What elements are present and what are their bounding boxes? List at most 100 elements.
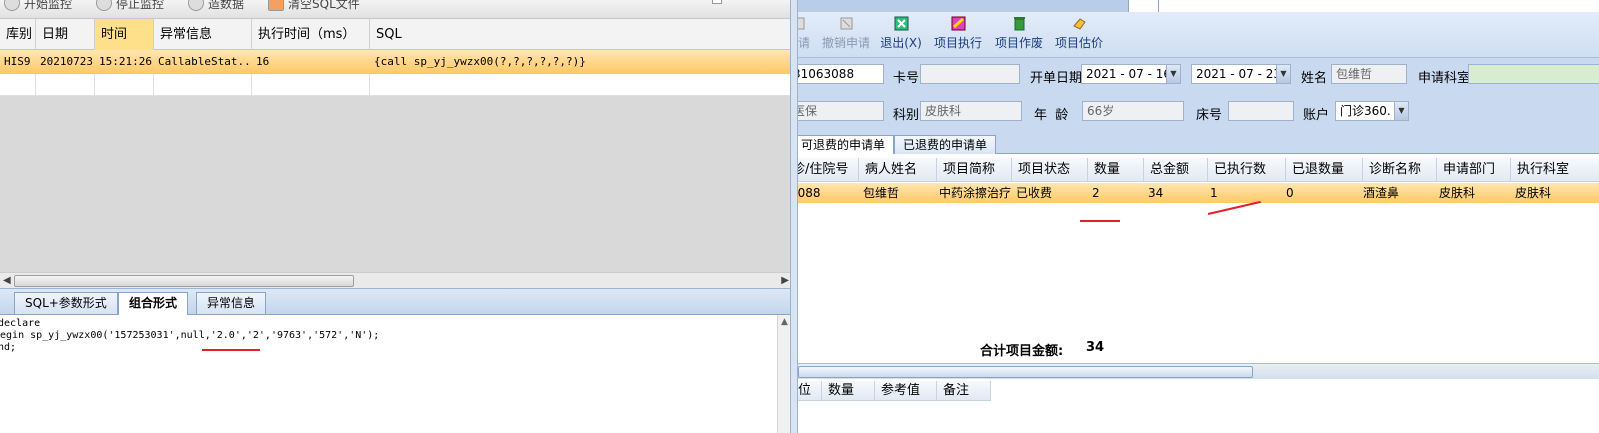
col-diagnosis[interactable]: 诊断名称 <box>1363 158 1437 182</box>
dept-field[interactable] <box>1468 64 1599 84</box>
col-reference[interactable]: 参考值 <box>875 381 937 401</box>
scroll-thumb[interactable] <box>798 366 1253 378</box>
tab-refunded[interactable]: 已退费的申请单 <box>894 135 997 154</box>
chevron-down-icon[interactable]: ▼ <box>1394 102 1408 120</box>
detail-grid: 位 数量 参考值 备注 <box>798 379 1599 433</box>
monitor-toolbar: 开始监控 停止监控 造数据 清空SQL文件 <box>0 0 795 18</box>
clear-icon <box>268 0 284 11</box>
main-toolbar: 申请 撤销申请 退出(X) 项目执行 项目作废 项目估价 <box>798 12 1599 58</box>
horizontal-scrollbar[interactable]: ◀ ▶ <box>0 272 793 288</box>
void-button[interactable]: 项目作废 <box>989 16 1049 51</box>
sql-text-area[interactable]: declare begin sp_yj_ywzx00('157253031',n… <box>0 315 795 433</box>
section-field[interactable]: 皮肤科 <box>920 101 1022 121</box>
cell-date: 20210723 <box>40 55 93 68</box>
cell-sql: {call sp_yj_ywzx00(?,?,?,?,?,?)} <box>374 55 586 68</box>
date-to-field[interactable]: 2021 - 07 - 23 ▼ <box>1191 64 1291 84</box>
table-row[interactable]: HIS9 20210723 15:21:26 CallableStat... 1… <box>0 50 793 74</box>
table-row[interactable]: 3088 包维哲 中药涂擦治疗 已收费 2 34 1 0 酒渣鼻 皮肤科 皮肤科 <box>798 183 1599 203</box>
grid-empty-area <box>0 96 793 272</box>
stop-monitor-button[interactable]: 停止监控 <box>96 0 164 12</box>
undo-request-button[interactable]: 撤销申请 <box>816 16 876 51</box>
chevron-down-icon[interactable]: ▼ <box>1276 65 1290 83</box>
col-unit[interactable]: 位 <box>798 381 822 401</box>
empty-cell <box>154 74 252 96</box>
col-patient-name[interactable]: 病人姓名 <box>859 158 937 182</box>
col-total[interactable]: 总金额 <box>1144 158 1208 182</box>
undo-request-icon <box>840 17 852 30</box>
section-label: 科别 <box>893 108 920 123</box>
cell-patient-no: 3088 <box>798 186 821 200</box>
empty-cell <box>252 74 370 96</box>
chevron-down-icon[interactable]: ▼ <box>1166 65 1180 83</box>
col-exec-time[interactable]: 执行时间（ms） <box>252 19 370 50</box>
col-quantity[interactable]: 数量 <box>822 381 875 401</box>
name-field[interactable]: 包维哲 <box>1331 64 1407 84</box>
tab-exception[interactable]: 异常信息 <box>196 292 267 314</box>
cell-diagnosis: 酒渣鼻 <box>1363 186 1400 200</box>
col-patient-no[interactable]: 诊/住院号 <box>798 158 859 182</box>
empty-row <box>0 74 793 96</box>
col-remark[interactable]: 备注 <box>937 381 991 401</box>
execute-button[interactable]: 项目执行 <box>928 16 988 51</box>
cell-executed: 1 <box>1210 186 1218 200</box>
make-data-button[interactable]: 造数据 <box>188 0 244 12</box>
card-field[interactable] <box>920 64 1020 84</box>
scroll-right-icon[interactable]: ▶ <box>781 275 789 286</box>
window-restore-icon[interactable] <box>712 0 722 4</box>
col-executed[interactable]: 已执行数 <box>1208 158 1286 182</box>
refund-grid: 诊/住院号 病人姓名 项目简称 项目状态 数量 总金额 已执行数 已退数量 诊断… <box>798 154 1599 379</box>
col-date[interactable]: 日期 <box>36 19 95 50</box>
scroll-left-icon[interactable]: ◀ <box>3 275 11 286</box>
cell-time: 15:21:26 <box>99 55 152 68</box>
start-monitor-button[interactable]: 开始监控 <box>4 0 72 12</box>
cell-exec-dept: 皮肤科 <box>1515 186 1552 200</box>
date-from-value: 2021 - 07 - 16 <box>1086 67 1171 81</box>
insurance-field[interactable]: 医保 <box>798 101 884 121</box>
col-library[interactable]: 库别 <box>0 19 36 50</box>
horizontal-scrollbar[interactable] <box>798 363 1599 379</box>
col-sql[interactable]: SQL <box>370 19 793 50</box>
refund-tabs: 可退费的申请单 已退费的申请单 <box>798 134 1599 154</box>
patient-id-field[interactable]: 31063088 <box>798 64 884 84</box>
col-exception[interactable]: 异常信息 <box>154 19 252 50</box>
request-icon <box>798 17 804 30</box>
scroll-up-icon[interactable]: ▲ <box>781 317 788 327</box>
start-icon <box>4 0 20 11</box>
cell-item-name: 中药涂擦治疗 <box>939 186 1012 200</box>
eraser-icon <box>1072 18 1086 30</box>
refund-app-pane: 申请 撤销申请 退出(X) 项目执行 项目作废 项目估价 31063088 卡号… <box>798 0 1599 433</box>
total-value: 34 <box>1086 340 1105 355</box>
tab-refundable[interactable]: 可退费的申请单 <box>798 135 895 154</box>
col-time[interactable]: 时间 <box>95 19 154 50</box>
date-from-field[interactable]: 2021 - 07 - 16 ▼ <box>1081 64 1181 84</box>
dept-label: 申请科室 <box>1418 71 1471 86</box>
tab-sql-params[interactable]: SQL+参数形式 <box>14 292 118 314</box>
stop-icon <box>96 0 112 11</box>
red-underline-annotation <box>202 349 260 351</box>
sql-line: end; <box>0 342 17 353</box>
col-exec-dept[interactable]: 执行科室 <box>1511 158 1599 182</box>
estimate-button[interactable]: 项目估价 <box>1049 16 1109 51</box>
col-item-status[interactable]: 项目状态 <box>1012 158 1088 182</box>
col-refunded-qty[interactable]: 已退数量 <box>1286 158 1363 182</box>
account-select[interactable]: 门诊360. ▼ <box>1335 101 1409 121</box>
cell-request-dept: 皮肤科 <box>1439 186 1476 200</box>
col-item-name[interactable]: 项目简称 <box>937 158 1012 182</box>
scroll-thumb[interactable] <box>14 275 354 287</box>
col-quantity[interactable]: 数量 <box>1088 158 1144 182</box>
exit-button[interactable]: 退出(X) <box>871 16 931 51</box>
bed-label: 床号 <box>1196 108 1223 123</box>
age-field[interactable]: 66岁 <box>1082 101 1184 121</box>
name-label: 姓名 <box>1301 71 1328 86</box>
col-request-dept[interactable]: 申请部门 <box>1437 158 1511 182</box>
cell-exception: CallableStat... <box>158 55 252 68</box>
clear-sql-button[interactable]: 清空SQL文件 <box>268 0 360 12</box>
sql-line: begin sp_yj_ywzx00('157253031',null,'2.0… <box>0 330 380 341</box>
tab-combined[interactable]: 组合形式 <box>118 292 189 315</box>
empty-cell <box>95 74 154 96</box>
pane-divider[interactable] <box>790 0 798 433</box>
bed-field[interactable] <box>1228 101 1294 121</box>
cell-library: HIS9 <box>4 55 31 68</box>
date-to-value: 2021 - 07 - 23 <box>1196 67 1281 81</box>
tool-icon <box>188 0 204 11</box>
